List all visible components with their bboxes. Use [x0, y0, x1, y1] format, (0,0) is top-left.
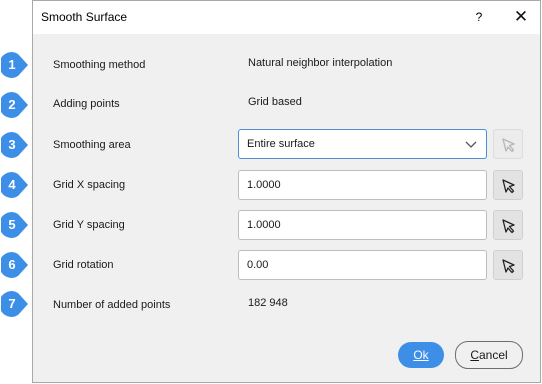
pick-grid-y-button[interactable]	[493, 210, 523, 240]
dialog-title: Smooth Surface	[41, 10, 128, 24]
pick-grid-rotation-button[interactable]	[493, 250, 523, 280]
cursor-arrow-icon	[502, 138, 515, 153]
cancel-mnemonic: C	[470, 348, 479, 362]
grid-rotation-label: Grid rotation	[53, 259, 114, 271]
callout-badge-5: 5	[1, 212, 28, 238]
grid-y-spacing-label: Grid Y spacing	[53, 219, 125, 231]
smoothing-method-value: Natural neighbor interpolation	[248, 57, 393, 69]
pick-grid-x-button[interactable]	[493, 170, 523, 200]
cancel-button[interactable]: Cancel	[455, 341, 523, 369]
callout-badge-2: 2	[1, 92, 28, 118]
smoothing-area-select[interactable]: Entire surface	[238, 129, 487, 159]
pick-area-button[interactable]	[493, 129, 523, 159]
number-of-added-points-value: 182 948	[248, 297, 288, 309]
number-of-added-points-label: Number of added points	[53, 299, 171, 311]
adding-points-label: Adding points	[53, 98, 120, 110]
cursor-arrow-icon	[502, 179, 515, 194]
callout-badge-6: 6	[1, 252, 28, 278]
grid-x-spacing-label: Grid X spacing	[53, 179, 126, 191]
adding-points-value: Grid based	[248, 96, 302, 108]
chevron-down-icon	[465, 141, 477, 148]
close-button[interactable]: ✕	[512, 7, 530, 27]
grid-y-spacing-input[interactable]: 1.0000	[238, 210, 487, 240]
smoothing-area-selected-value: Entire surface	[247, 138, 315, 150]
callout-badge-4: 4	[1, 172, 28, 198]
cursor-arrow-icon	[502, 259, 515, 274]
close-icon: ✕	[513, 7, 529, 26]
callout-badge-3: 3	[1, 132, 28, 158]
grid-rotation-input[interactable]: 0.00	[238, 250, 487, 280]
help-button[interactable]: ?	[473, 10, 485, 24]
smoothing-area-label: Smoothing area	[53, 139, 131, 151]
title-bar: Smooth Surface ? ✕	[33, 1, 540, 34]
cursor-arrow-icon	[502, 219, 515, 234]
smoothing-method-label: Smoothing method	[53, 59, 146, 71]
callout-badge-1: 1	[1, 52, 28, 78]
ok-button[interactable]: Ok	[398, 342, 444, 368]
grid-x-spacing-input[interactable]: 1.0000	[238, 170, 487, 200]
cancel-label-rest: ancel	[478, 348, 508, 362]
callout-badge-7: 7	[1, 291, 28, 317]
